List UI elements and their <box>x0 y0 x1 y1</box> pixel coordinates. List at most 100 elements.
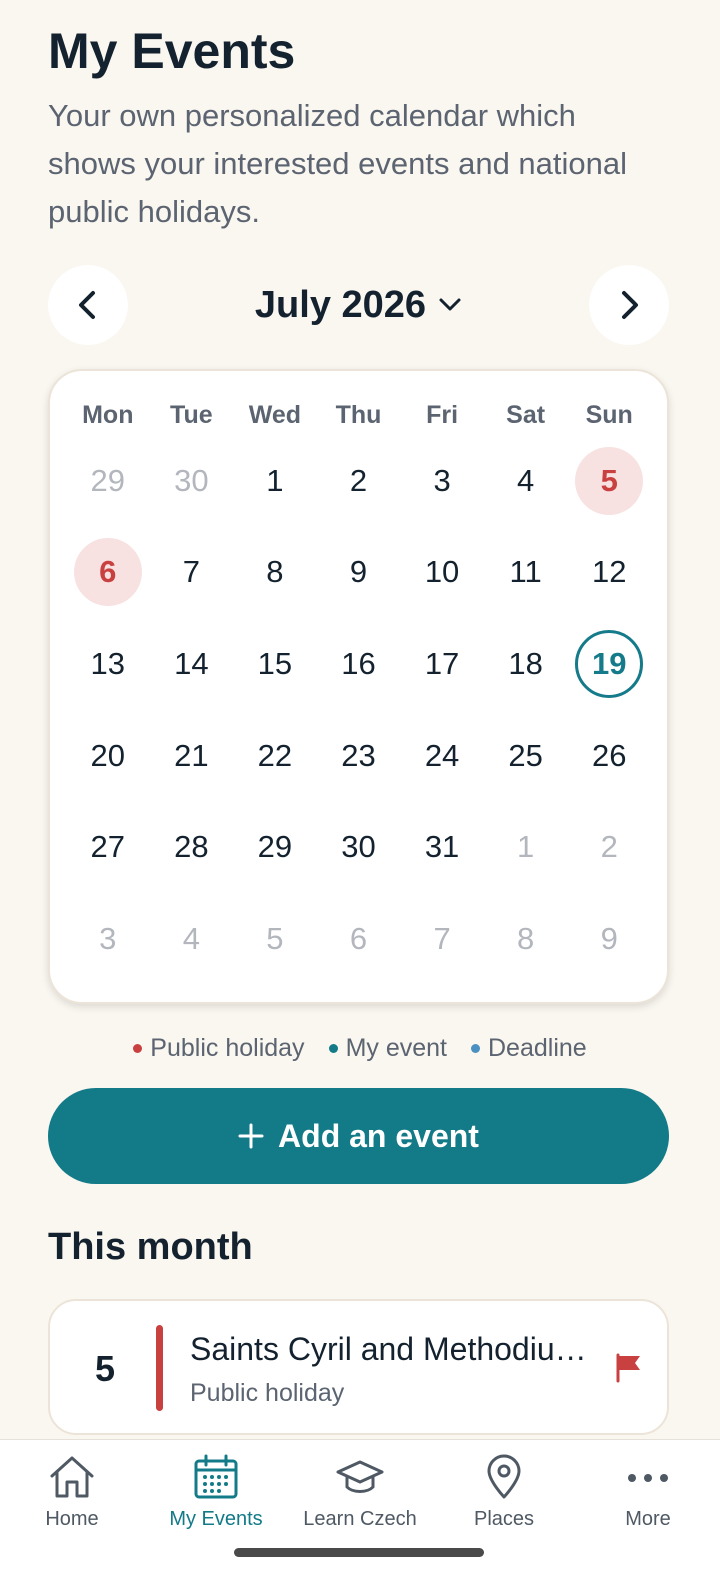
calendar-day[interactable]: 6 <box>317 893 401 985</box>
calendar-day-number: 15 <box>257 645 293 681</box>
calendar-day-number: 27 <box>90 829 126 865</box>
calendar-day-number: 30 <box>174 462 209 498</box>
nav-label-home: Home <box>45 1508 99 1530</box>
calendar-day-number: 18 <box>508 645 543 681</box>
calendar-day-holiday[interactable]: 5 <box>567 435 651 527</box>
calendar-day[interactable]: 12 <box>567 527 651 619</box>
calendar-day-number: 6 <box>73 538 142 607</box>
add-event-label: Add an event <box>278 1117 479 1154</box>
calendar-day-number: 10 <box>424 554 460 590</box>
calendar-day[interactable]: 2 <box>317 435 401 527</box>
calendar-day-number: 30 <box>341 829 376 865</box>
calendar-day-number: 13 <box>90 645 126 681</box>
calendar-day[interactable]: 7 <box>400 893 484 985</box>
legend-dot <box>328 1043 338 1053</box>
calendar-day[interactable]: 8 <box>484 893 568 985</box>
calendar-day[interactable]: 30 <box>317 801 401 893</box>
calendar-day-number: 29 <box>257 829 293 865</box>
calendar-day-number: 1 <box>266 462 284 498</box>
calendar-day-number: 6 <box>349 920 368 956</box>
calendar-day[interactable]: 23 <box>317 710 401 802</box>
calendar-day[interactable]: 22 <box>233 710 317 802</box>
legend-label: My event <box>345 1033 447 1062</box>
weekday-label: Tue <box>170 401 213 429</box>
calendar-day[interactable]: 25 <box>484 710 568 802</box>
event-day: 5 <box>94 1348 116 1389</box>
calendar-day[interactable]: 3 <box>400 435 484 527</box>
calendar-day[interactable]: 16 <box>317 618 401 710</box>
calendar-day[interactable]: 17 <box>400 618 484 710</box>
weekday-label: Mon <box>82 401 134 429</box>
calendar-day[interactable]: 21 <box>150 710 234 802</box>
calendar-day[interactable]: 9 <box>567 893 651 985</box>
weekday-header: Mon Tue Wed Thu Fri Sat Sun <box>66 395 651 435</box>
calendar-day[interactable]: 3 <box>66 893 150 985</box>
calendar-day[interactable]: 30 <box>150 435 234 527</box>
next-month-button[interactable] <box>589 265 669 345</box>
home-icon <box>50 1456 94 1498</box>
calendar-day[interactable]: 14 <box>150 618 234 710</box>
nav-learn-czech[interactable]: Learn Czech <box>288 1454 432 1544</box>
nav-home[interactable]: Home <box>0 1454 144 1544</box>
calendar-day[interactable]: 1 <box>233 435 317 527</box>
calendar-day-number: 23 <box>341 737 376 773</box>
weekday-label: Wed <box>248 401 302 429</box>
calendar-day[interactable]: 18 <box>484 618 568 710</box>
nav-places[interactable]: Places <box>432 1454 576 1544</box>
calendar-day-holiday[interactable]: 6 <box>66 527 150 619</box>
calendar-day-number: 19 <box>575 629 644 698</box>
calendar-day[interactable]: 9 <box>317 527 401 619</box>
calendar-day-today[interactable]: 19 <box>567 618 651 710</box>
calendar-day[interactable]: 7 <box>150 527 234 619</box>
legend-label: Public holiday <box>150 1033 305 1062</box>
calendar-day[interactable]: 24 <box>400 710 484 802</box>
weekday-label: Sun <box>585 401 633 429</box>
calendar-day[interactable]: 29 <box>233 801 317 893</box>
event-card[interactable]: 5 Saints Cyril and Methodius Day Public … <box>48 1299 669 1435</box>
add-event-button[interactable]: Add an event <box>48 1088 669 1184</box>
calendar-days: 29 30 1 2 3 4 5 6 7 8 9 10 11 12 13 14 15 16 17 18 19 20 21 22 2… <box>66 435 651 985</box>
legend-item: My event <box>328 1033 447 1063</box>
calendar-day-number: 8 <box>517 920 535 956</box>
calendar-day[interactable]: 15 <box>233 618 317 710</box>
calendar-day-number: 4 <box>517 462 535 498</box>
weekday-label: Sat <box>506 401 546 429</box>
legend-item: Public holiday <box>133 1033 305 1063</box>
calendar-day[interactable]: 29 <box>66 435 150 527</box>
page-title: My Events <box>48 23 296 79</box>
calendar-day-number: 7 <box>433 920 451 956</box>
calendar-day[interactable]: 10 <box>400 527 484 619</box>
calendar-day[interactable]: 31 <box>400 801 484 893</box>
calendar-day[interactable]: 2 <box>567 801 651 893</box>
graduation-cap-icon <box>336 1460 384 1493</box>
calendar-day-number: 22 <box>257 737 293 773</box>
calendar-day-number: 21 <box>174 737 209 773</box>
calendar-day-number: 25 <box>508 737 543 773</box>
nav-my-events[interactable]: My Events <box>144 1454 288 1544</box>
month-selector[interactable]: July 2026 <box>48 265 669 345</box>
weekday-label: Fri <box>426 401 459 429</box>
calendar-day-number: 9 <box>600 920 618 956</box>
calendar-day[interactable]: 28 <box>150 801 234 893</box>
plus-icon <box>238 1123 264 1149</box>
calendar-day-number: 5 <box>266 920 284 956</box>
calendar-day-number: 29 <box>90 462 126 498</box>
calendar-day[interactable]: 27 <box>66 801 150 893</box>
calendar-day[interactable]: 8 <box>233 527 317 619</box>
calendar-day[interactable]: 1 <box>484 801 568 893</box>
map-pin-icon <box>487 1454 521 1499</box>
calendar-day[interactable]: 11 <box>484 527 568 619</box>
calendar-day[interactable]: 5 <box>233 893 317 985</box>
calendar-day[interactable]: 26 <box>567 710 651 802</box>
calendar-day[interactable]: 4 <box>484 435 568 527</box>
my-events-screen: My Events Your own personalized calendar… <box>0 0 720 1574</box>
nav-more[interactable]: More <box>576 1454 720 1544</box>
calendar-day-number: 28 <box>174 829 209 865</box>
calendar-legend: Public holiday My event Deadline <box>0 1028 720 1068</box>
calendar-day-number: 12 <box>591 554 627 590</box>
calendar-day[interactable]: 13 <box>66 618 150 710</box>
calendar-day[interactable]: 4 <box>150 893 234 985</box>
this-month-heading: This month <box>48 1226 253 1268</box>
calendar-day[interactable]: 20 <box>66 710 150 802</box>
flag-icon <box>616 1353 640 1383</box>
